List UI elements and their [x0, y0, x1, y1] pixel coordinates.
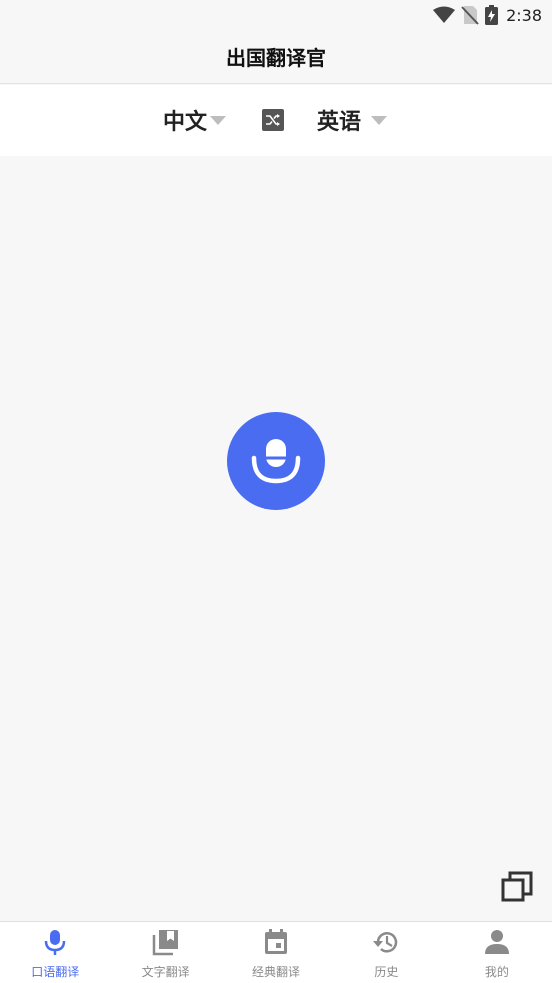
no-sim-icon [461, 5, 479, 25]
app-header: 出国翻译官 [0, 30, 552, 84]
microphone-button[interactable] [227, 412, 325, 510]
tab-history[interactable]: 历史 [331, 922, 441, 983]
tab-label: 口语翻译 [31, 965, 80, 979]
tab-label: 历史 [374, 965, 399, 979]
battery-charging-icon [485, 5, 499, 25]
history-icon [373, 932, 398, 953]
tab-profile[interactable]: 我的 [442, 922, 552, 983]
chevron-down-icon [210, 115, 227, 125]
mic-icon [44, 930, 66, 955]
swap-languages-button[interactable] [262, 109, 284, 131]
wifi-icon [433, 6, 456, 24]
copy-button[interactable] [501, 871, 533, 903]
tab-classic-translation[interactable]: 经典翻译 [221, 922, 331, 983]
target-language-selector[interactable]: 英语 [317, 105, 388, 135]
target-language-label: 英语 [317, 110, 362, 135]
tab-label: 文字翻译 [141, 965, 190, 979]
person-icon [484, 930, 509, 954]
chevron-down-icon [371, 115, 388, 125]
copy-icon [501, 871, 533, 902]
bottom-tab-bar: 口语翻译 文字翻译 经典翻译 历史 我的 [0, 921, 552, 983]
library-icon [152, 930, 178, 956]
status-bar: 2:38 [0, 0, 552, 30]
source-language-label: 中文 [163, 110, 208, 135]
main-area [0, 156, 552, 921]
microphone-icon [251, 439, 301, 484]
tab-text-translation[interactable]: 文字翻译 [110, 922, 220, 983]
page-title: 出国翻译官 [226, 46, 326, 70]
tab-label: 我的 [484, 965, 509, 979]
source-language-selector[interactable]: 中文 [163, 105, 227, 135]
calendar-icon [265, 929, 288, 954]
shuffle-icon [266, 114, 280, 126]
tab-label: 经典翻译 [252, 965, 301, 979]
tab-spoken-translation[interactable]: 口语翻译 [0, 922, 110, 983]
status-time: 2:38 [506, 5, 542, 25]
